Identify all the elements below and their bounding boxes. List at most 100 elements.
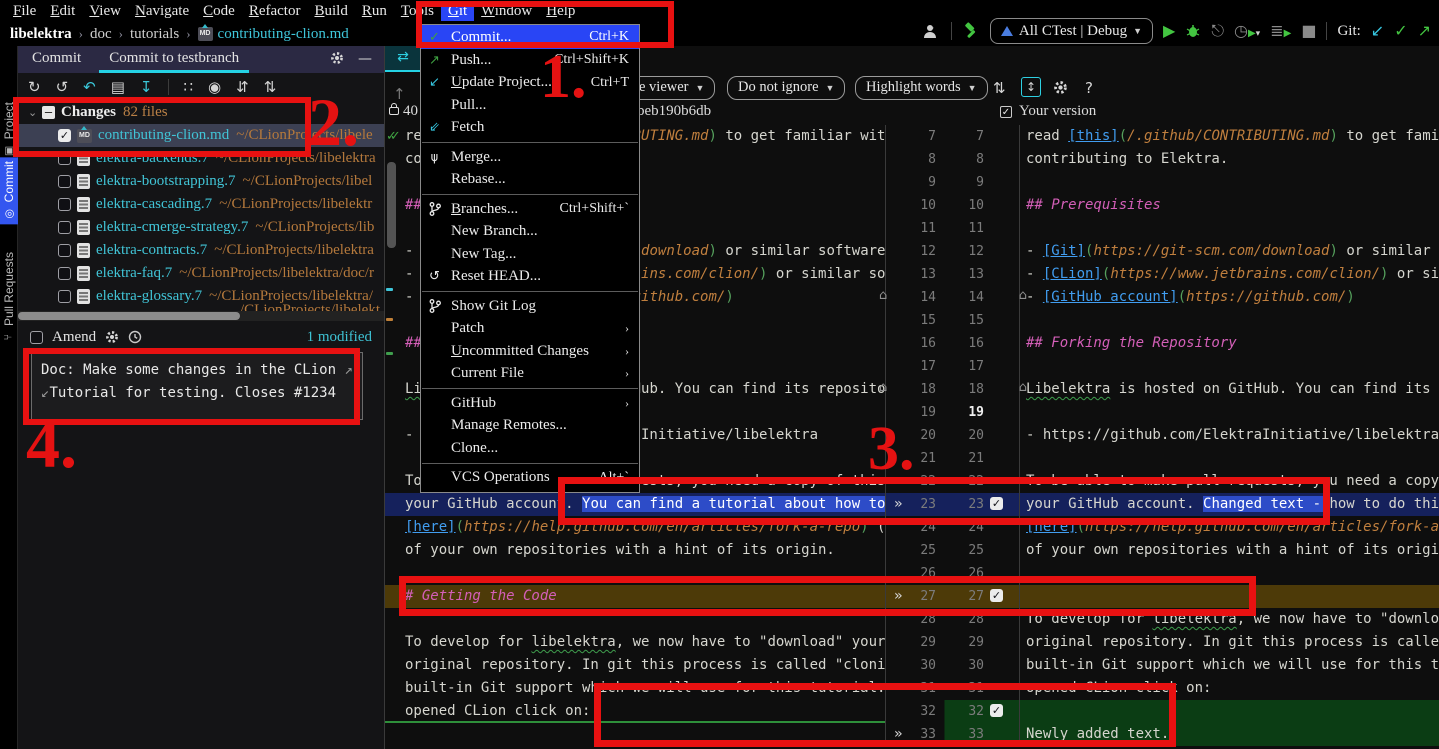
file-row-elektra-cmerge-strategy.7[interactable]: elektra-cmerge-strategy.7~/CLionProjects… bbox=[18, 216, 384, 239]
diff-row-25[interactable]: of your own repositories with a hint of … bbox=[385, 539, 1439, 562]
menu-code[interactable]: Code bbox=[196, 2, 242, 21]
partial-checkbox[interactable]: – bbox=[42, 106, 55, 119]
diff-left-line[interactable] bbox=[385, 562, 885, 585]
diff-right-line[interactable]: original repository. In git this process… bbox=[1020, 631, 1439, 654]
file-row-elektra-faq.7[interactable]: elektra-faq.7~/CLionProjects/libelektra/… bbox=[18, 262, 384, 285]
diff-left-line[interactable]: opened CLion click on: bbox=[385, 700, 885, 723]
file-row-elektra-backends.7[interactable]: elektra-backends.7~/CLionProjects/libele… bbox=[18, 147, 384, 170]
horizontal-scrollbar[interactable] bbox=[18, 311, 384, 321]
scrollbar-thumb[interactable] bbox=[18, 312, 240, 320]
include-change-checkbox[interactable]: ✓ bbox=[990, 589, 1003, 602]
preview-diff-icon[interactable]: ◉ bbox=[208, 78, 221, 96]
diff-right-line[interactable]: [here](https://help.github.com/en/articl… bbox=[1020, 516, 1439, 539]
diff-right-line[interactable]: To be able to make pull requests, you ne… bbox=[1020, 470, 1439, 493]
diff-right-line[interactable]: ## Forking the Repository bbox=[1020, 332, 1439, 355]
changelist-icon[interactable]: ▤ bbox=[111, 78, 125, 96]
diff-left-line[interactable]: of your own repositories with a hint of … bbox=[385, 539, 885, 562]
jump-to-source-icon[interactable]: ↶ bbox=[83, 78, 96, 96]
git-menu-item-merge[interactable]: ⋔Merge... bbox=[421, 146, 639, 169]
file-checkbox[interactable] bbox=[58, 290, 71, 303]
amend-checkbox[interactable] bbox=[30, 331, 43, 344]
diff-right-line[interactable]: - https://github.com/ElektraInitiative/l… bbox=[1020, 424, 1439, 447]
refresh-icon[interactable]: ↻ bbox=[28, 78, 41, 96]
file-row-elektra-bootstrapping.7[interactable]: elektra-bootstrapping.7~/CLionProjects/l… bbox=[18, 170, 384, 193]
git-menu-item-new-branch[interactable]: New Branch... bbox=[421, 221, 639, 244]
git-menu-item-show-git-log[interactable]: Show Git Log bbox=[421, 295, 639, 318]
diff-right-line[interactable]: - [CLion](https://www.jetbrains.com/clio… bbox=[1020, 263, 1439, 286]
git-menu-item-clone[interactable]: Clone... bbox=[421, 437, 639, 460]
breadcrumb-project[interactable]: libelektra bbox=[10, 26, 72, 43]
stripe-item-project[interactable]: ▣Project bbox=[0, 98, 18, 161]
git-menu-item-reset-head[interactable]: ↺Reset HEAD... bbox=[421, 266, 639, 289]
breadcrumb-doc[interactable]: doc bbox=[90, 26, 112, 43]
diff-right-line[interactable] bbox=[1020, 309, 1439, 332]
commit-options-gear-icon[interactable] bbox=[105, 330, 119, 344]
git-push-icon[interactable]: ↗ bbox=[1418, 23, 1431, 39]
git-menu-item-branches[interactable]: Branches...Ctrl+Shift+` bbox=[421, 198, 639, 221]
diff-left-line[interactable]: [here](https://help.github.com/en/articl… bbox=[385, 516, 885, 539]
run-configuration-select[interactable]: All CTest | Debug ▼ bbox=[990, 18, 1153, 44]
diff-right-line[interactable] bbox=[1020, 217, 1439, 240]
git-menu-item-new-tag[interactable]: New Tag... bbox=[421, 243, 639, 266]
diff-right-line[interactable] bbox=[1020, 447, 1439, 470]
rerun-icon[interactable]: ≣▶ bbox=[1270, 23, 1291, 39]
collapse-all-icon[interactable]: ⇅ bbox=[264, 78, 277, 96]
breadcrumb-tutorials[interactable]: tutorials bbox=[130, 26, 179, 43]
previous-change-arrow-icon[interactable]: ↑ bbox=[393, 85, 406, 103]
shelve-icon[interactable]: ↧ bbox=[140, 78, 153, 96]
file-checkbox[interactable]: ✓ bbox=[58, 129, 71, 142]
stripe-item-pull-requests[interactable]: ⑂Pull Requests bbox=[0, 248, 18, 347]
changes-group-row[interactable]: ⌄–Changes82 files bbox=[18, 101, 384, 124]
menu-edit[interactable]: Edit bbox=[43, 2, 82, 21]
diff-left-line[interactable]: # Getting the Code bbox=[385, 585, 885, 608]
breadcrumb-file[interactable]: contributing-clion.md bbox=[218, 26, 349, 43]
diff-right-line[interactable]: Libelektra is hosted on GitHub. You can … bbox=[1020, 378, 1439, 401]
diff-left-line[interactable]: original repository. In git this process… bbox=[385, 654, 885, 677]
help-icon[interactable]: ? bbox=[1085, 79, 1093, 97]
menu-help[interactable]: Help bbox=[539, 2, 582, 21]
menu-navigate[interactable]: Navigate bbox=[128, 2, 196, 21]
file-row-elektra-contracts.7[interactable]: elektra-contracts.7~/CLionProjects/libel… bbox=[18, 239, 384, 262]
file-checkbox[interactable] bbox=[58, 244, 71, 257]
git-menu-item-patch[interactable]: Patch› bbox=[421, 318, 639, 341]
diff-right-line[interactable] bbox=[1020, 355, 1439, 378]
diff-row-27[interactable]: # Getting the Code»2727✓ bbox=[385, 585, 1439, 608]
menu-refactor[interactable]: Refactor bbox=[242, 2, 308, 21]
stop-icon[interactable]: ■ bbox=[1301, 23, 1316, 39]
chevron-down-icon[interactable]: ⌄ bbox=[28, 106, 42, 119]
diff-row-30[interactable]: original repository. In git this process… bbox=[385, 654, 1439, 677]
diff-right-line[interactable] bbox=[1020, 171, 1439, 194]
debug-button[interactable] bbox=[1185, 23, 1201, 39]
profiler-icon[interactable]: ⎋ bbox=[1211, 23, 1224, 39]
file-row-elektra-cascading.7[interactable]: elektra-cascading.7~/CLionProjects/libel… bbox=[18, 193, 384, 216]
build-hammer-icon[interactable] bbox=[962, 22, 980, 40]
menu-git[interactable]: Git bbox=[441, 2, 474, 21]
diff-tab-commit-icon[interactable]: ⇄ bbox=[385, 44, 421, 72]
menu-tools[interactable]: Tools bbox=[394, 2, 441, 21]
history-clock-icon[interactable] bbox=[128, 330, 142, 344]
viewer-mode-select[interactable]: e viewer▼ bbox=[628, 76, 715, 100]
run-button[interactable]: ▶ bbox=[1163, 23, 1175, 39]
diff-right-line[interactable]: contributing to Elektra. bbox=[1020, 148, 1439, 171]
file-checkbox[interactable] bbox=[58, 221, 71, 234]
group-by-icon[interactable]: ∷ bbox=[184, 78, 194, 96]
gear-icon[interactable] bbox=[330, 51, 344, 67]
stripe-item-commit[interactable]: ◎Commit bbox=[0, 157, 18, 224]
file-checkbox[interactable] bbox=[58, 175, 71, 188]
git-update-icon[interactable]: ↙ bbox=[1371, 23, 1384, 39]
diff-right-line[interactable] bbox=[1020, 700, 1439, 723]
diff-right-line[interactable]: built-in Git support which we will use f… bbox=[1020, 654, 1439, 677]
commit-message-input[interactable]: Doc: Make some changes in the CLion ↗ ↙T… bbox=[31, 352, 363, 420]
git-menu-item-push[interactable]: ↗Push...Ctrl+Shift+K bbox=[421, 49, 639, 72]
git-menu-item-current-file[interactable]: Current File› bbox=[421, 363, 639, 386]
highlight-mode-select[interactable]: Highlight words▼ bbox=[855, 76, 988, 100]
diff-left-line[interactable]: To develop for libelektra, we now have t… bbox=[385, 631, 885, 654]
diff-row-32[interactable]: opened CLion click on:3232✓ bbox=[385, 700, 1439, 723]
tab-commit-to-testbranch[interactable]: Commit to testbranch bbox=[95, 44, 253, 73]
diff-right-line[interactable]: your GitHub account. Changed text - how … bbox=[1020, 493, 1439, 516]
git-menu-item-fetch[interactable]: ⇙Fetch bbox=[421, 117, 639, 140]
diff-row-24[interactable]: [here](https://help.github.com/en/articl… bbox=[385, 516, 1439, 539]
file-checkbox[interactable] bbox=[58, 198, 71, 211]
git-menu-item-pull[interactable]: Pull... bbox=[421, 94, 639, 117]
git-menu-item-vcs-operations[interactable]: VCS OperationsAlt+` bbox=[421, 467, 639, 490]
